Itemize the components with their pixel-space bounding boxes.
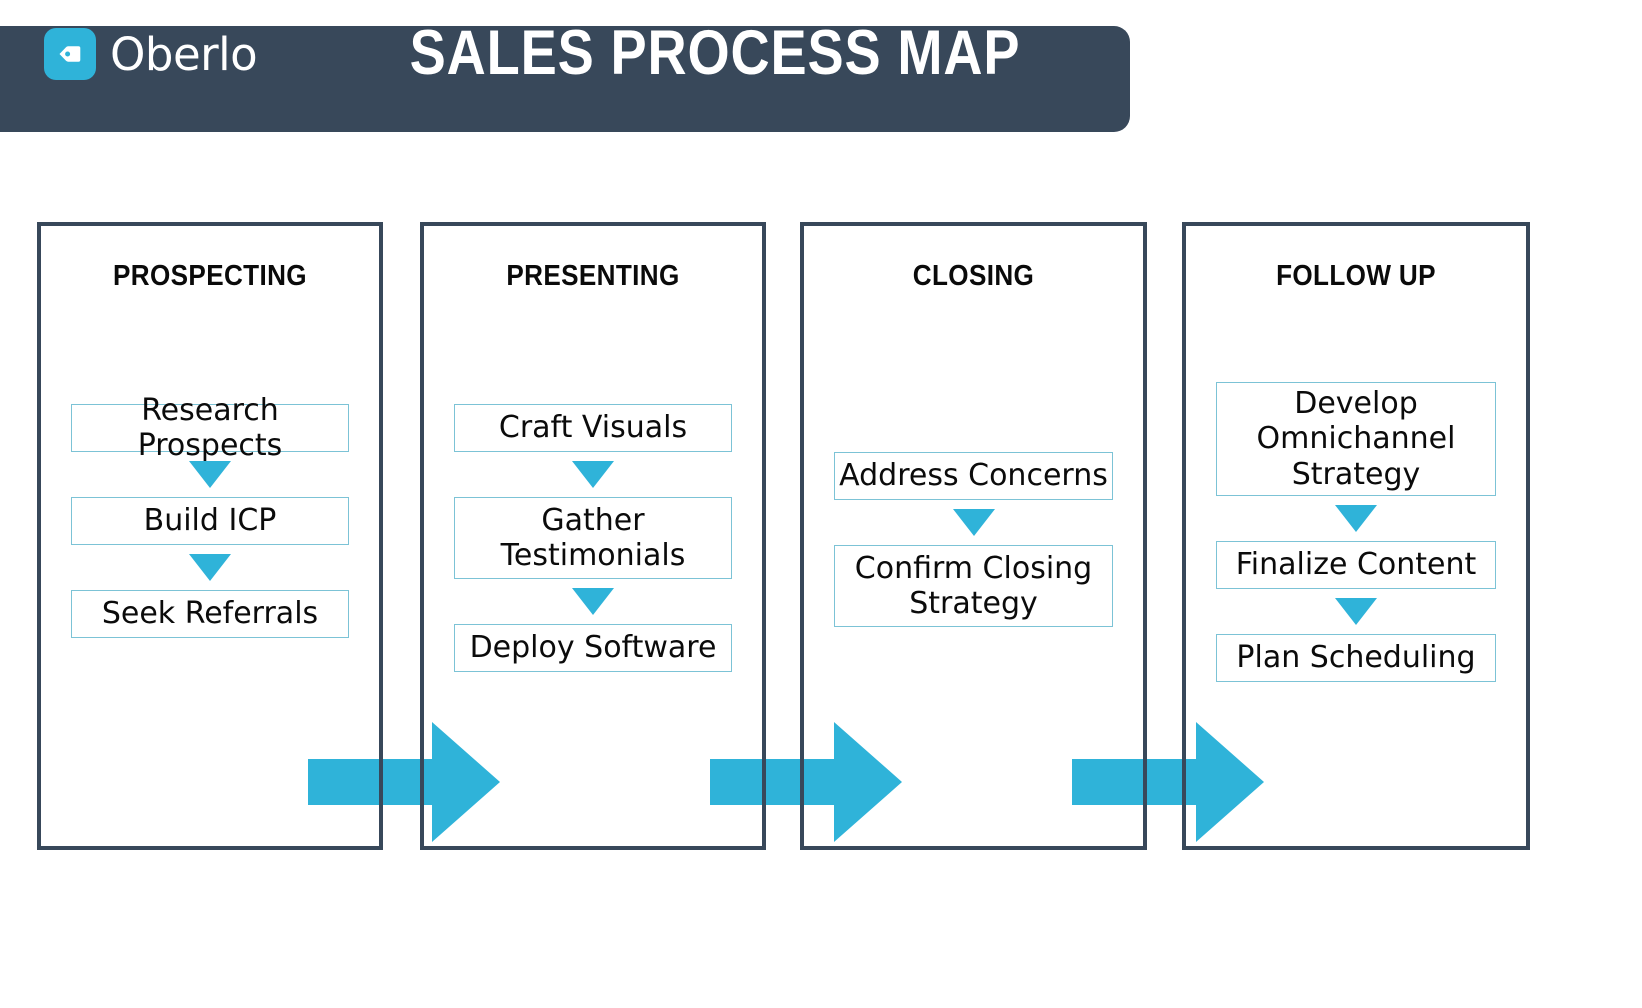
step-box[interactable]: Finalize Content	[1216, 541, 1496, 589]
down-arrow-icon	[1335, 598, 1377, 625]
stage-title: CLOSING	[912, 260, 1035, 292]
stage-title: FOLLOW UP	[1276, 260, 1436, 292]
brand-name: Oberlo	[110, 27, 258, 81]
stage-column-prospecting[interactable]: PROSPECTING Research Prospects Build ICP…	[37, 222, 383, 850]
stage-column-closing[interactable]: CLOSING Address Concerns Confirm Closing…	[800, 222, 1147, 850]
down-arrow-icon	[952, 509, 995, 536]
down-arrow-icon	[572, 461, 614, 488]
step-list: Craft Visuals Gather Testimonials Deploy…	[454, 404, 732, 672]
stage-title: PROSPECTING	[113, 260, 307, 292]
step-box[interactable]: Build ICP	[71, 497, 349, 545]
down-arrow-icon	[189, 554, 231, 581]
stage-column-follow-up[interactable]: FOLLOW UP Develop Omnichannel Strategy F…	[1182, 222, 1530, 850]
step-list: Research Prospects Build ICP Seek Referr…	[71, 393, 349, 638]
step-box[interactable]: Develop Omnichannel Strategy	[1216, 382, 1496, 496]
down-arrow-icon	[1335, 505, 1377, 532]
step-box[interactable]: Confirm Closing Strategy	[834, 545, 1113, 627]
step-list: Develop Omnichannel Strategy Finalize Co…	[1216, 382, 1496, 682]
step-box[interactable]: Craft Visuals	[454, 404, 732, 452]
step-box[interactable]: Address Concerns	[834, 452, 1113, 500]
step-box[interactable]: Research Prospects	[71, 393, 349, 463]
step-box[interactable]: Deploy Software	[454, 624, 732, 672]
down-arrow-icon	[572, 588, 614, 615]
down-arrow-icon	[189, 461, 231, 488]
brand-logo: Oberlo	[44, 27, 258, 81]
price-tag-icon	[44, 28, 96, 80]
step-box[interactable]: Plan Scheduling	[1216, 634, 1496, 682]
step-box[interactable]: Seek Referrals	[71, 590, 349, 638]
stage-column-presenting[interactable]: PRESENTING Craft Visuals Gather Testimon…	[420, 222, 766, 850]
page-title: SALES PROCESS MAP	[409, 18, 1021, 88]
step-list: Address Concerns Confirm Closing Strateg…	[834, 452, 1113, 627]
step-box[interactable]: Gather Testimonials	[454, 497, 732, 579]
stage-title: PRESENTING	[506, 260, 680, 292]
